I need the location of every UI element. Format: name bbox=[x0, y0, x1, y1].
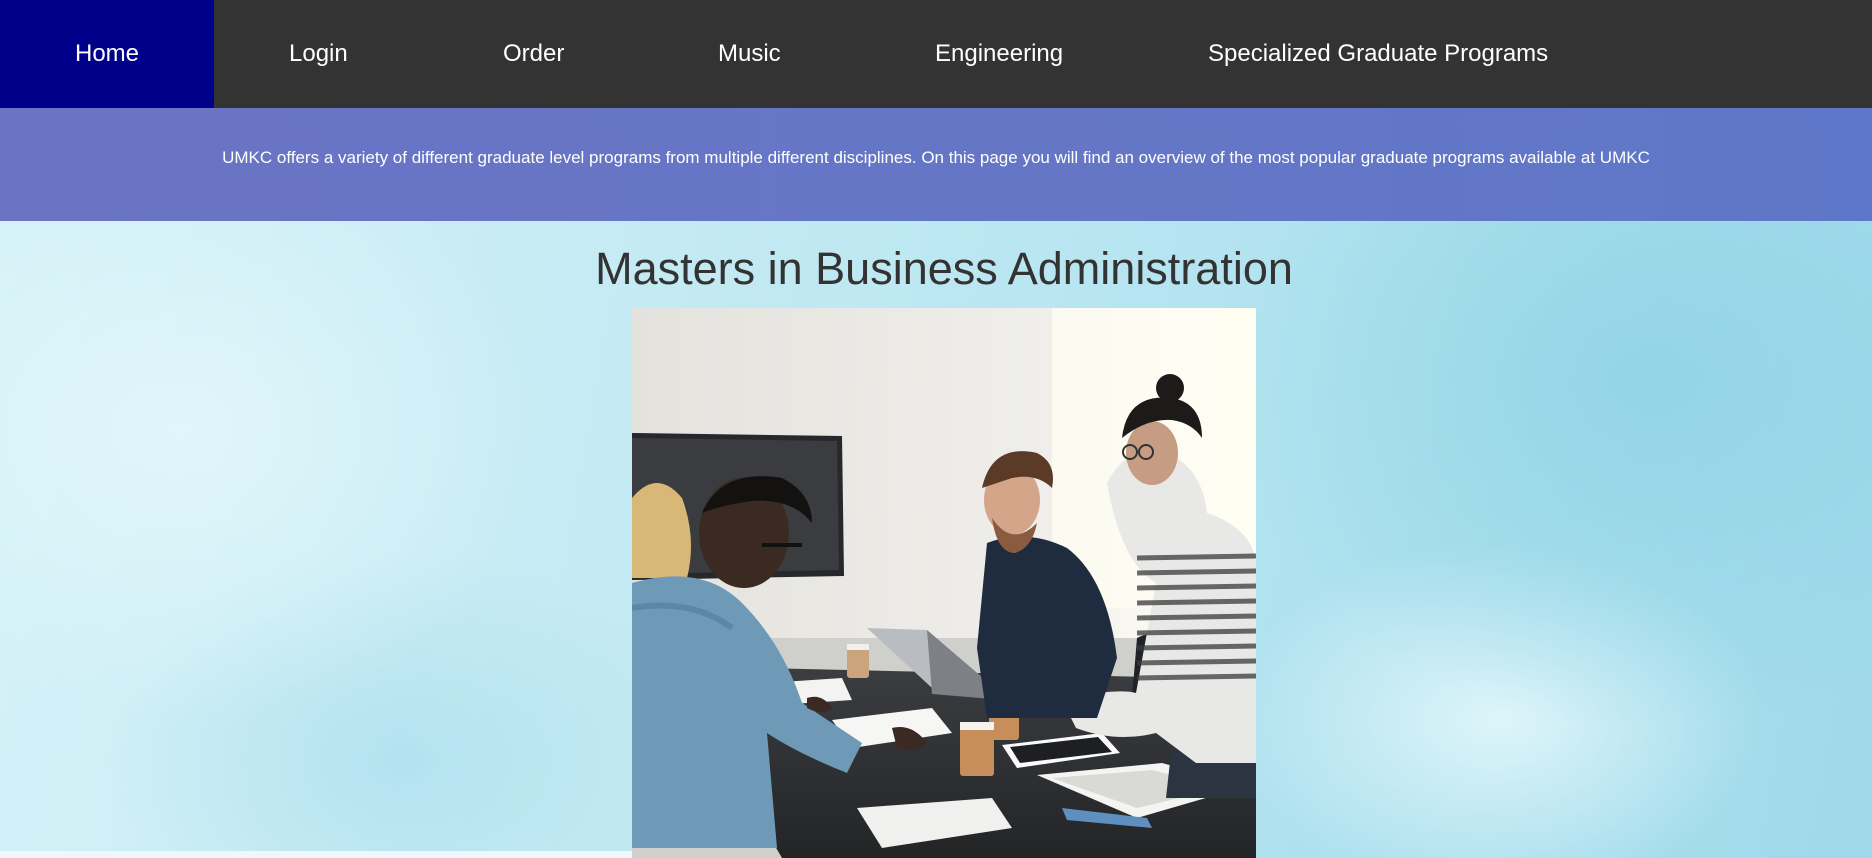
nav-music[interactable]: Music bbox=[718, 0, 935, 108]
section-title: Masters in Business Administration bbox=[595, 243, 1293, 294]
intro-banner: UMKC offers a variety of different gradu… bbox=[0, 108, 1872, 221]
nav-home[interactable]: Home bbox=[0, 0, 214, 108]
business-meeting-photo bbox=[632, 308, 1256, 858]
bottom-divider bbox=[0, 851, 632, 858]
top-navbar: Home Login Order Music Engineering Speci… bbox=[0, 0, 1872, 108]
intro-text: UMKC offers a variety of different gradu… bbox=[222, 147, 1650, 167]
nav-engineering[interactable]: Engineering bbox=[935, 0, 1208, 108]
nav-specialized-graduate-programs[interactable]: Specialized Graduate Programs bbox=[1208, 0, 1548, 108]
nav-login[interactable]: Login bbox=[214, 0, 503, 108]
nav-order[interactable]: Order bbox=[503, 0, 718, 108]
